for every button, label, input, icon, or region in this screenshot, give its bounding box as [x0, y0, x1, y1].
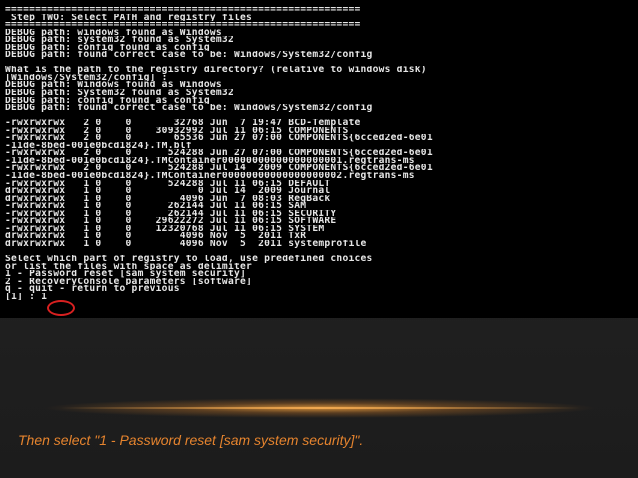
terminal-line: -rwxrwxrwx 1 0 0 262144 Jul 11 06:15 SAM: [5, 202, 307, 210]
terminal-line: -rwxrwxrwx 1 0 0 29622272 Jul 11 06:15 S…: [5, 217, 337, 225]
terminal-line: q - quit - return to previous: [5, 285, 180, 293]
terminal-line: 2 - RecoveryConsole parameters [software…: [5, 277, 253, 286]
terminal-line: -rwxrwxrwx 2 0 0 32768 Jun 7 19:47 BCD-T…: [5, 119, 361, 127]
terminal-line: -rwxrwxrwx 2 0 0 524288 Jun 27 07:00 COM…: [5, 149, 433, 157]
terminal-line: or list the files with space as delimite…: [5, 262, 253, 271]
terminal-line: -rwxrwxrwx 1 0 0 262144 Jul 11 06:15 SEC…: [5, 209, 337, 218]
terminal-line: -11de-8bed-001e0bcd1824}.TMContainer0000…: [5, 156, 415, 165]
terminal-line: -11de-8bed-001e0bcd1824}.TMContainer0000…: [5, 172, 415, 180]
terminal-line: DEBUG path: found correct case to be: Wi…: [5, 104, 373, 112]
terminal-line: -rwxrwxrwx 1 0 0 12320768 Jul 11 06:15 S…: [5, 224, 325, 233]
terminal-line: ========================================…: [5, 21, 361, 29]
terminal-line: -rwxrwxrwx 2 0 0 524288 Jul 14 2009 COMP…: [5, 164, 433, 173]
terminal-line: DEBUG path: found correct case to be: Wi…: [5, 51, 373, 59]
terminal-line: -rwxrwxrwx 2 0 0 65536 Jun 27 07:00 COMP…: [5, 134, 433, 142]
terminal-line: DEBUG path: windows found as Windows: [5, 28, 222, 37]
terminal-line: ========================================…: [5, 6, 361, 14]
terminal-line: -rwxrwxrwx 2 0 0 30932992 Jul 11 06:15 C…: [5, 126, 349, 135]
terminal-line: DEBUG path: system32 found as System32: [5, 36, 234, 44]
slide: ========================================…: [0, 0, 638, 478]
terminal-line: 1 - Password reset [sam system security]: [5, 270, 247, 278]
terminal-line: What is the path to the registry directo…: [5, 66, 427, 74]
slide-caption: Then select "1 - Password reset [sam sys…: [18, 432, 364, 448]
terminal-line: -11de-8bed-001e0bcd1824}.TM.blf: [5, 141, 192, 150]
terminal-line: DEBUG path: System32 found as System32: [5, 89, 234, 97]
highlight-circle: [47, 300, 75, 316]
terminal-screenshot: ========================================…: [0, 0, 638, 318]
terminal-line: [1] : 1_: [5, 292, 54, 301]
terminal-line: Select which part of registry to load, u…: [5, 255, 373, 263]
divider-line: [60, 407, 580, 409]
terminal-line: Step TWO: Select PATH and registry files: [5, 13, 253, 22]
terminal-line: drwxrwxrwx 1 0 0 0 Jul 14 2009 Journal: [5, 187, 331, 195]
terminal-output: ========================================…: [5, 6, 637, 300]
terminal-line: -rwxrwxrwx 1 0 0 524288 Jul 11 06:15 DEF…: [5, 179, 331, 188]
terminal-line: [Windows/System32/config] :: [5, 73, 168, 82]
terminal-line: drwxrwxrwx 1 0 0 4096 Nov 5 2011 TxR: [5, 232, 307, 240]
terminal-line: drwxrwxrwx 1 0 0 4096 Jun 7 08:03 RegBac…: [5, 194, 331, 203]
terminal-line: DEBUG path: config found as config: [5, 96, 210, 105]
terminal-line: DEBUG path: Windows found as Windows: [5, 81, 222, 90]
terminal-line: drwxrwxrwx 1 0 0 4096 Nov 5 2011 systemp…: [5, 239, 367, 248]
terminal-line: DEBUG path: config found as config: [5, 43, 210, 52]
